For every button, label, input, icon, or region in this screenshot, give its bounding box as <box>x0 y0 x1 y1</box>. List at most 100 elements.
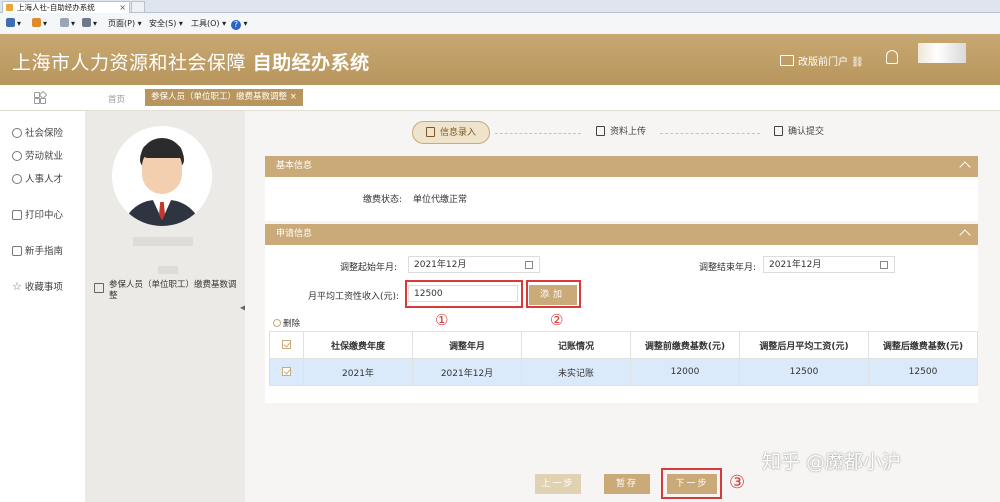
table-header-row: 社保缴费年度 调整年月 记账情况 调整前缴费基数(元) 调整后月平均工资(元) … <box>269 331 978 359</box>
collapse-icon[interactable] <box>959 229 971 241</box>
people-icon <box>12 174 22 184</box>
save-draft-button[interactable]: 暂存 <box>604 474 650 494</box>
sidebar-item-print-center[interactable]: 打印中心 <box>12 207 63 221</box>
select-all-checkbox[interactable] <box>282 340 291 349</box>
table-cell: 12500 <box>868 358 978 386</box>
table-cell: 未实记账 <box>521 358 631 386</box>
old-portal-label: 改版前门户 <box>798 57 848 68</box>
feeds-icon[interactable]: ▾ <box>32 17 47 30</box>
sidebar-item-guide[interactable]: 新手指南 <box>12 243 63 257</box>
collapse-icon[interactable] <box>959 161 971 173</box>
basic-info-body: 缴费状态: 单位代缴正常 <box>265 177 978 221</box>
home-icon[interactable]: ▾ <box>6 17 21 30</box>
mail-icon[interactable]: ▾ <box>60 17 75 30</box>
user-id-blurred <box>158 266 178 274</box>
menu-item-payment-base-adjust[interactable]: 参保人员（单位职工）缴费基数调整 <box>109 280 237 302</box>
annotation-1: ① <box>435 311 449 329</box>
sidebar-item-label: 收藏事项 <box>24 282 63 293</box>
user-avatar <box>112 126 212 226</box>
menu-page[interactable]: 页面(P) ▾ <box>108 17 142 30</box>
browser-tab-title: 上海人社-自助经办系统 <box>17 3 95 12</box>
section-title: 申请信息 <box>276 229 313 239</box>
watermark: 知乎 @魔都小沪 <box>762 451 902 473</box>
step-connector <box>660 133 760 134</box>
help-menu[interactable]: ? ▾ <box>231 17 248 30</box>
highlight-box-add <box>526 280 581 308</box>
adjustment-table: 社保缴费年度 调整年月 记账情况 调整前缴费基数(元) 调整后月平均工资(元) … <box>269 331 978 386</box>
main-content: 信息录入 资料上传 确认提交 基本信息 缴费状态: 单位代缴正常 申请信息 调整… <box>245 111 1000 502</box>
delete-icon <box>273 319 281 327</box>
calendar-icon[interactable] <box>525 261 533 269</box>
payment-status-label: 缴费状态: <box>363 195 403 205</box>
person-icon <box>12 151 22 161</box>
start-month-value: 2021年12月 <box>414 260 467 270</box>
sidebar-item-label: 打印中心 <box>25 210 64 221</box>
start-month-label: 调整起始年月: <box>340 263 398 273</box>
menu-item-icon <box>94 283 104 293</box>
old-portal-link[interactable]: 改版前门户 ⛓ <box>780 53 864 68</box>
profile-panel: 参保人员（单位职工）缴费基数调整 ◀ <box>85 111 246 502</box>
column-header: 记账情况 <box>521 331 631 359</box>
section-title: 基本信息 <box>276 161 313 171</box>
end-month-label: 调整结束年月: <box>699 263 757 273</box>
browser-command-bar: ▾ ▾ ▾ ▾ 页面(P) ▾ 安全(S) ▾ 工具(O) ▾ ? ▾ <box>0 13 1000 35</box>
sidebar-item-label: 新手指南 <box>25 246 64 257</box>
print-icon[interactable]: ▾ <box>82 17 97 30</box>
highlight-box-income <box>405 280 523 308</box>
delete-label: 删除 <box>283 319 301 329</box>
payment-status-value: 单位代缴正常 <box>413 195 468 205</box>
app-title-system: 自助经办系统 <box>252 52 370 74</box>
guide-icon <box>12 246 22 256</box>
column-header: 调整前缴费基数(元) <box>630 331 740 359</box>
document-icon <box>595 126 605 136</box>
new-tab-button[interactable] <box>131 1 145 13</box>
browser-tab-bar: 上海人社-自助经办系统 × <box>0 0 1000 13</box>
shield-icon <box>12 128 22 138</box>
step-label: 确认提交 <box>787 127 824 137</box>
sidebar-item-label: 劳动就业 <box>25 151 64 162</box>
sidebar-item-talent[interactable]: 人事人才 <box>12 171 63 185</box>
user-avatar-blurred[interactable] <box>918 43 966 63</box>
basic-info-header[interactable]: 基本信息 <box>265 156 978 177</box>
monitor-icon <box>780 55 794 66</box>
calendar-icon[interactable] <box>880 261 888 269</box>
highlight-box-next <box>661 468 722 499</box>
help-icon: ? <box>231 20 241 30</box>
tab-strip: 首页 参保人员（单位职工）缴费基数调整 × <box>0 85 1000 111</box>
table-cell: 12000 <box>630 358 740 386</box>
table-cell: 2021年 <box>303 358 413 386</box>
bell-icon[interactable] <box>886 50 898 64</box>
row-select-cell[interactable] <box>269 358 304 386</box>
browser-tab[interactable]: 上海人社-自助经办系统 × <box>2 1 130 13</box>
application-info-header[interactable]: 申请信息 <box>265 224 978 245</box>
annotation-3: ③ <box>729 472 746 493</box>
table-row[interactable]: 2021年 2021年12月 未实记账 12000 12500 12500 <box>269 358 978 386</box>
row-checkbox[interactable] <box>282 367 291 376</box>
end-month-value: 2021年12月 <box>769 260 822 270</box>
app-grid-icon[interactable] <box>34 90 48 104</box>
column-header: 社保缴费年度 <box>303 331 413 359</box>
delete-button[interactable]: 删除 <box>273 317 300 329</box>
column-header: 调整年月 <box>412 331 522 359</box>
prev-step-button[interactable]: 上一步 <box>535 474 581 494</box>
printer-icon <box>12 210 22 220</box>
sidebar-item-favorites[interactable]: ☆ 收藏事项 <box>12 279 63 293</box>
breadcrumb-home[interactable]: 首页 <box>108 93 125 105</box>
close-tab-icon[interactable]: × <box>119 2 126 13</box>
app-title: 上海市人力资源和社会保障 自助经办系统 <box>12 48 370 75</box>
select-all-cell[interactable] <box>269 331 304 359</box>
star-icon: ☆ <box>12 280 22 293</box>
tab-payment-base-adjust[interactable]: 参保人员（单位职工）缴费基数调整 × <box>145 89 303 106</box>
app-header: 上海市人力资源和社会保障 自助经办系统 改版前门户 ⛓ <box>0 34 1000 85</box>
end-month-picker[interactable]: 2021年12月 <box>763 256 895 273</box>
step-label: 信息录入 <box>439 128 476 138</box>
column-header: 调整后缴费基数(元) <box>868 331 978 359</box>
application-info-body: 调整起始年月: 2021年12月 调整结束年月: 2021年12月 月平均工资性… <box>265 245 978 403</box>
menu-tools[interactable]: 工具(O) ▾ <box>191 17 226 30</box>
table-cell: 12500 <box>739 358 869 386</box>
menu-safety[interactable]: 安全(S) ▾ <box>149 17 183 30</box>
sidebar-item-social-insurance[interactable]: 社会保险 <box>12 125 63 139</box>
start-month-picker[interactable]: 2021年12月 <box>408 256 540 273</box>
sidebar-item-employment[interactable]: 劳动就业 <box>12 148 63 162</box>
site-favicon-icon <box>6 4 13 11</box>
